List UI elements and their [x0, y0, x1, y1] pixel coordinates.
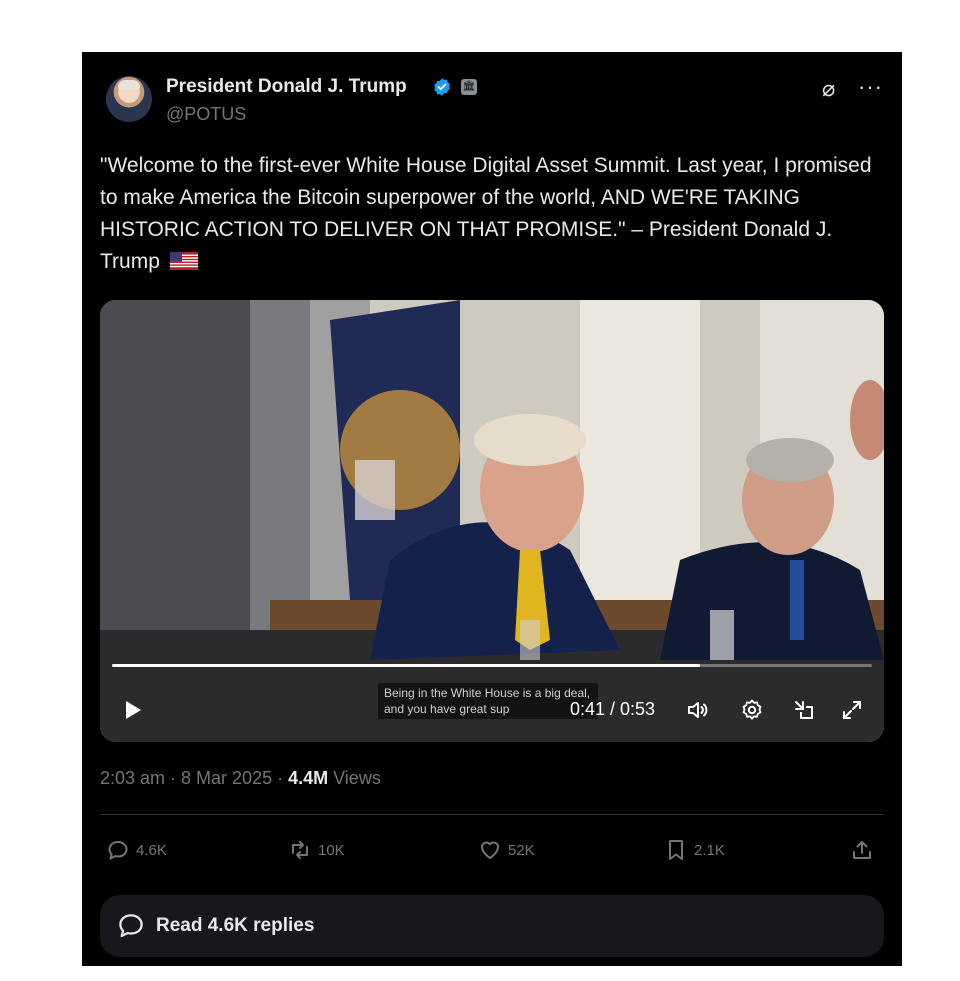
volume-icon[interactable] — [686, 698, 710, 722]
author-name[interactable]: President Donald J. Trump — [166, 76, 407, 98]
bookmark-button[interactable]: 2.1K — [664, 837, 725, 863]
us-flag-icon — [169, 252, 198, 270]
verified-badge-icon — [434, 78, 450, 96]
settings-icon[interactable] — [740, 698, 764, 722]
bookmark-icon — [669, 840, 683, 860]
video-player[interactable]: Being in the White House is a big deal, … — [100, 300, 884, 742]
government-badge-icon: 🏛 — [461, 79, 477, 95]
share-icon — [853, 841, 871, 859]
tweet-card: President Donald J. Trump 🏛 @POTUS ⌀ ···… — [82, 52, 902, 966]
read-replies-label: Read 4.6K replies — [156, 915, 315, 936]
like-count: 52K — [508, 841, 535, 859]
share-button[interactable] — [850, 837, 874, 863]
video-frame — [100, 300, 884, 742]
tweet-text: "Welcome to the first-ever White House D… — [100, 150, 890, 278]
reply-icon — [108, 841, 128, 860]
tweet-body: "Welcome to the first-ever White House D… — [100, 154, 872, 273]
minimize-icon[interactable] — [792, 698, 816, 722]
video-progress-bar[interactable] — [112, 664, 872, 667]
views-label: Views — [328, 768, 381, 788]
play-icon[interactable] — [120, 698, 144, 722]
more-options-icon[interactable]: ··· — [858, 74, 883, 100]
repost-count: 10K — [318, 841, 345, 859]
tweet-meta: 2:03 am · 8 Mar 2025 · 4.4M Views — [100, 768, 381, 789]
views-count: 4.4M — [288, 768, 329, 788]
read-replies-button[interactable]: Read 4.6K replies — [100, 895, 884, 957]
like-button[interactable]: 52K — [478, 837, 535, 863]
video-progress-fill — [112, 664, 701, 667]
divider — [100, 814, 884, 815]
avatar[interactable] — [106, 76, 152, 122]
heart-icon — [481, 841, 499, 859]
video-time: 0:41 / 0:53 — [570, 699, 656, 719]
timestamp[interactable]: 2:03 am · 8 Mar 2025 · — [100, 768, 288, 788]
bookmark-count: 2.1K — [694, 841, 725, 859]
video-caption: Being in the White House is a big deal, … — [378, 683, 598, 719]
grok-icon[interactable]: ⌀ — [822, 76, 835, 102]
reply-bubble-icon — [119, 914, 143, 938]
author-handle[interactable]: @POTUS — [166, 104, 246, 125]
fullscreen-icon[interactable] — [840, 698, 864, 722]
reply-button[interactable]: 4.6K — [106, 837, 167, 863]
reply-count: 4.6K — [136, 841, 167, 859]
repost-button[interactable]: 10K — [288, 837, 345, 863]
repost-icon — [292, 841, 308, 859]
